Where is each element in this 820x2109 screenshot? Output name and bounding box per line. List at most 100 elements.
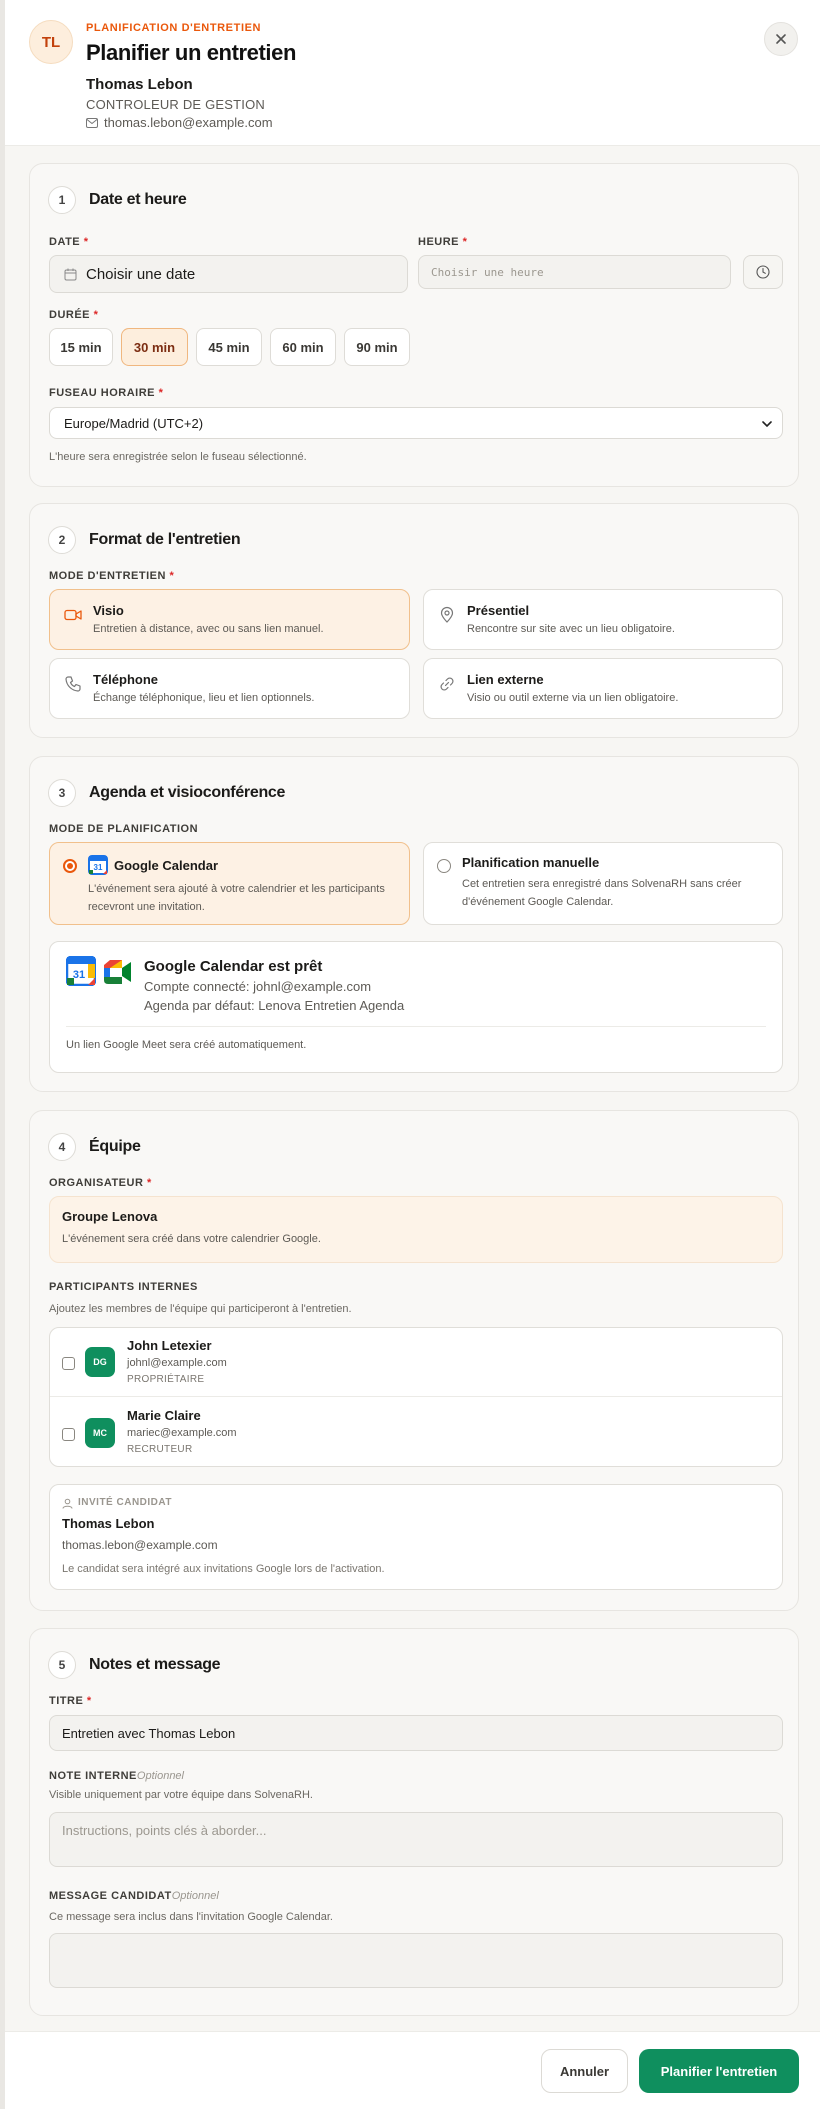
- section-title: Date et heure: [89, 191, 187, 208]
- internal-note-textarea[interactable]: Instructions, points clés à aborder...: [49, 1812, 783, 1867]
- map-pin-icon: [440, 606, 454, 623]
- participant-row[interactable]: MC Marie Claire mariec@example.com RECRU…: [50, 1397, 782, 1466]
- google-calendar-desc: recevront une invitation.: [88, 901, 205, 913]
- duration-label: DURÉE *: [49, 309, 99, 321]
- date-picker[interactable]: Choisir une date: [49, 255, 408, 293]
- guest-name: Thomas Lebon: [62, 1516, 155, 1531]
- participant-role: PROPRIÉTAIRE: [127, 1374, 205, 1385]
- duration-option[interactable]: 90 min: [344, 328, 410, 366]
- schedule-interview-modal: TL PLANIFICATION D'ENTRETIEN Planifier u…: [5, 0, 820, 2109]
- participant-avatar: DG: [85, 1347, 115, 1377]
- section-notes: 5 Notes et message TITRE * Entretien ave…: [29, 1628, 799, 2016]
- candidate-message-hint: Ce message sera inclus dans l'invitation…: [49, 1911, 333, 1923]
- section-number: 5: [48, 1651, 76, 1679]
- participant-role: RECRUTEUR: [127, 1444, 193, 1455]
- candidate-message-textarea[interactable]: [49, 1933, 783, 1988]
- duration-option[interactable]: 60 min: [270, 328, 336, 366]
- clock-icon: [756, 265, 770, 279]
- title-value: Entretien avec Thomas Lebon: [62, 1725, 236, 1741]
- planning-card-google-calendar[interactable]: 31 Google Calendar L'événement sera ajou…: [49, 842, 410, 925]
- modal-footer: Annuler Planifier l'entretien: [5, 2031, 820, 2109]
- time-picker-button[interactable]: [743, 255, 783, 289]
- title-input[interactable]: Entretien avec Thomas Lebon: [49, 1715, 783, 1751]
- organizer-label: ORGANISATEUR *: [49, 1177, 152, 1189]
- planning-mode-label: MODE DE PLANIFICATION: [49, 823, 199, 835]
- candidate-message-label: MESSAGE CANDIDATOptionnel: [49, 1890, 219, 1902]
- mode-card-telephone[interactable]: Téléphone Échange téléphonique, lieu et …: [49, 658, 410, 719]
- section-title: Équipe: [89, 1138, 141, 1155]
- participant-email: mariec@example.com: [127, 1427, 237, 1439]
- calendar-default-agenda: Agenda par défaut: Lenova Entretien Agen…: [144, 998, 405, 1013]
- mode-title: Lien externe: [467, 672, 544, 687]
- mode-desc: Échange téléphonique, lieu et lien optio…: [93, 692, 315, 704]
- cancel-button[interactable]: Annuler: [541, 2049, 628, 2093]
- duration-option[interactable]: 15 min: [49, 328, 113, 366]
- video-icon: [64, 609, 82, 621]
- organizer-name: Groupe Lenova: [62, 1209, 158, 1224]
- participant-name: Marie Claire: [127, 1408, 201, 1423]
- mode-card-presentiel[interactable]: Présentiel Rencontre sur site avec un li…: [423, 589, 783, 650]
- mode-desc: Visio ou outil externe via un lien oblig…: [467, 692, 679, 704]
- participant-email: johnl@example.com: [127, 1357, 227, 1369]
- google-calendar-icon: 31: [66, 956, 96, 986]
- google-calendar-icon: 31: [88, 855, 108, 875]
- mode-card-visio[interactable]: Visio Entretien à distance, avec ou sans…: [49, 589, 410, 650]
- google-calendar-date: 31: [73, 969, 85, 981]
- candidate-name: Thomas Lebon: [86, 76, 193, 93]
- close-button[interactable]: [764, 22, 798, 56]
- close-icon: [776, 34, 786, 44]
- section-team: 4 Équipe ORGANISATEUR * Groupe Lenova L'…: [29, 1110, 799, 1611]
- manual-planning-radio[interactable]: [437, 859, 451, 873]
- divider: [66, 1026, 766, 1027]
- internal-note-label: NOTE INTERNEOptionnel: [49, 1770, 184, 1782]
- section-number: 2: [48, 526, 76, 554]
- participant-avatar: MC: [85, 1418, 115, 1448]
- guest-label: INVITÉ CANDIDAT: [78, 1497, 172, 1508]
- schedule-button[interactable]: Planifier l'entretien: [639, 2049, 799, 2093]
- chevron-down-icon: [762, 421, 772, 427]
- title-label: TITRE *: [49, 1695, 92, 1707]
- google-calendar-date: 31: [94, 863, 103, 872]
- timezone-select[interactable]: Europe/Madrid (UTC+2): [49, 407, 783, 439]
- candidate-email: thomas.lebon@example.com: [86, 115, 273, 130]
- google-calendar-radio[interactable]: [63, 859, 77, 873]
- guest-hint: Le candidat sera intégré aux invitations…: [62, 1563, 385, 1575]
- participant-checkbox[interactable]: [62, 1357, 75, 1370]
- participant-name: John Letexier: [127, 1338, 212, 1353]
- section-title: Agenda et visioconférence: [89, 784, 286, 801]
- section-format: 2 Format de l'entretien MODE D'ENTRETIEN…: [29, 503, 799, 738]
- section-agenda: 3 Agenda et visioconférence MODE DE PLAN…: [29, 756, 799, 1092]
- google-calendar-desc: L'événement sera ajouté à votre calendri…: [88, 883, 385, 895]
- planning-card-manual[interactable]: Planification manuelle Cet entretien ser…: [423, 842, 783, 925]
- modal-title: Planifier un entretien: [86, 40, 297, 65]
- participant-row[interactable]: DG John Letexier johnl@example.com PROPR…: [50, 1328, 782, 1397]
- manual-planning-title: Planification manuelle: [462, 855, 600, 870]
- participants-list: DG John Letexier johnl@example.com PROPR…: [49, 1327, 783, 1467]
- google-calendar-status: 31 Google Calendar est prêt Compte conne…: [49, 941, 783, 1073]
- participant-checkbox[interactable]: [62, 1428, 75, 1441]
- manual-planning-desc: Cet entretien sera enregistré dans Solve…: [462, 878, 742, 890]
- candidate-guest-card: INVITÉ CANDIDAT Thomas Lebon thomas.lebo…: [49, 1484, 783, 1590]
- candidate-email-text: thomas.lebon@example.com: [104, 115, 273, 130]
- section-number: 3: [48, 779, 76, 807]
- section-date-time: 1 Date et heure DATE * Choisir une date …: [29, 163, 799, 487]
- section-title: Format de l'entretien: [89, 531, 241, 548]
- guest-email: thomas.lebon@example.com: [62, 1538, 218, 1552]
- time-input[interactable]: Choisir une heure: [418, 255, 731, 289]
- modal-header: TL PLANIFICATION D'ENTRETIEN Planifier u…: [5, 0, 820, 146]
- duration-option-selected[interactable]: 30 min: [121, 328, 188, 366]
- time-placeholder: Choisir une heure: [431, 265, 544, 279]
- duration-options: 15 min 30 min 45 min 60 min 90 min: [49, 328, 449, 368]
- mode-title: Présentiel: [467, 603, 530, 618]
- mode-card-lien-externe[interactable]: Lien externe Visio ou outil externe via …: [423, 658, 783, 719]
- google-meet-note: Un lien Google Meet sera créé automatiqu…: [66, 1039, 307, 1051]
- google-meet-icon: [104, 960, 131, 984]
- link-icon: [440, 677, 454, 691]
- calendar-connected-account: Compte connecté: johnl@example.com: [144, 979, 372, 994]
- duration-option[interactable]: 45 min: [196, 328, 262, 366]
- phone-icon: [65, 676, 81, 692]
- time-label: HEURE *: [418, 236, 468, 248]
- manual-planning-desc: d'événement Google Calendar.: [462, 896, 614, 908]
- section-title: Notes et message: [89, 1656, 221, 1673]
- mode-desc: Rencontre sur site avec un lieu obligato…: [467, 623, 675, 635]
